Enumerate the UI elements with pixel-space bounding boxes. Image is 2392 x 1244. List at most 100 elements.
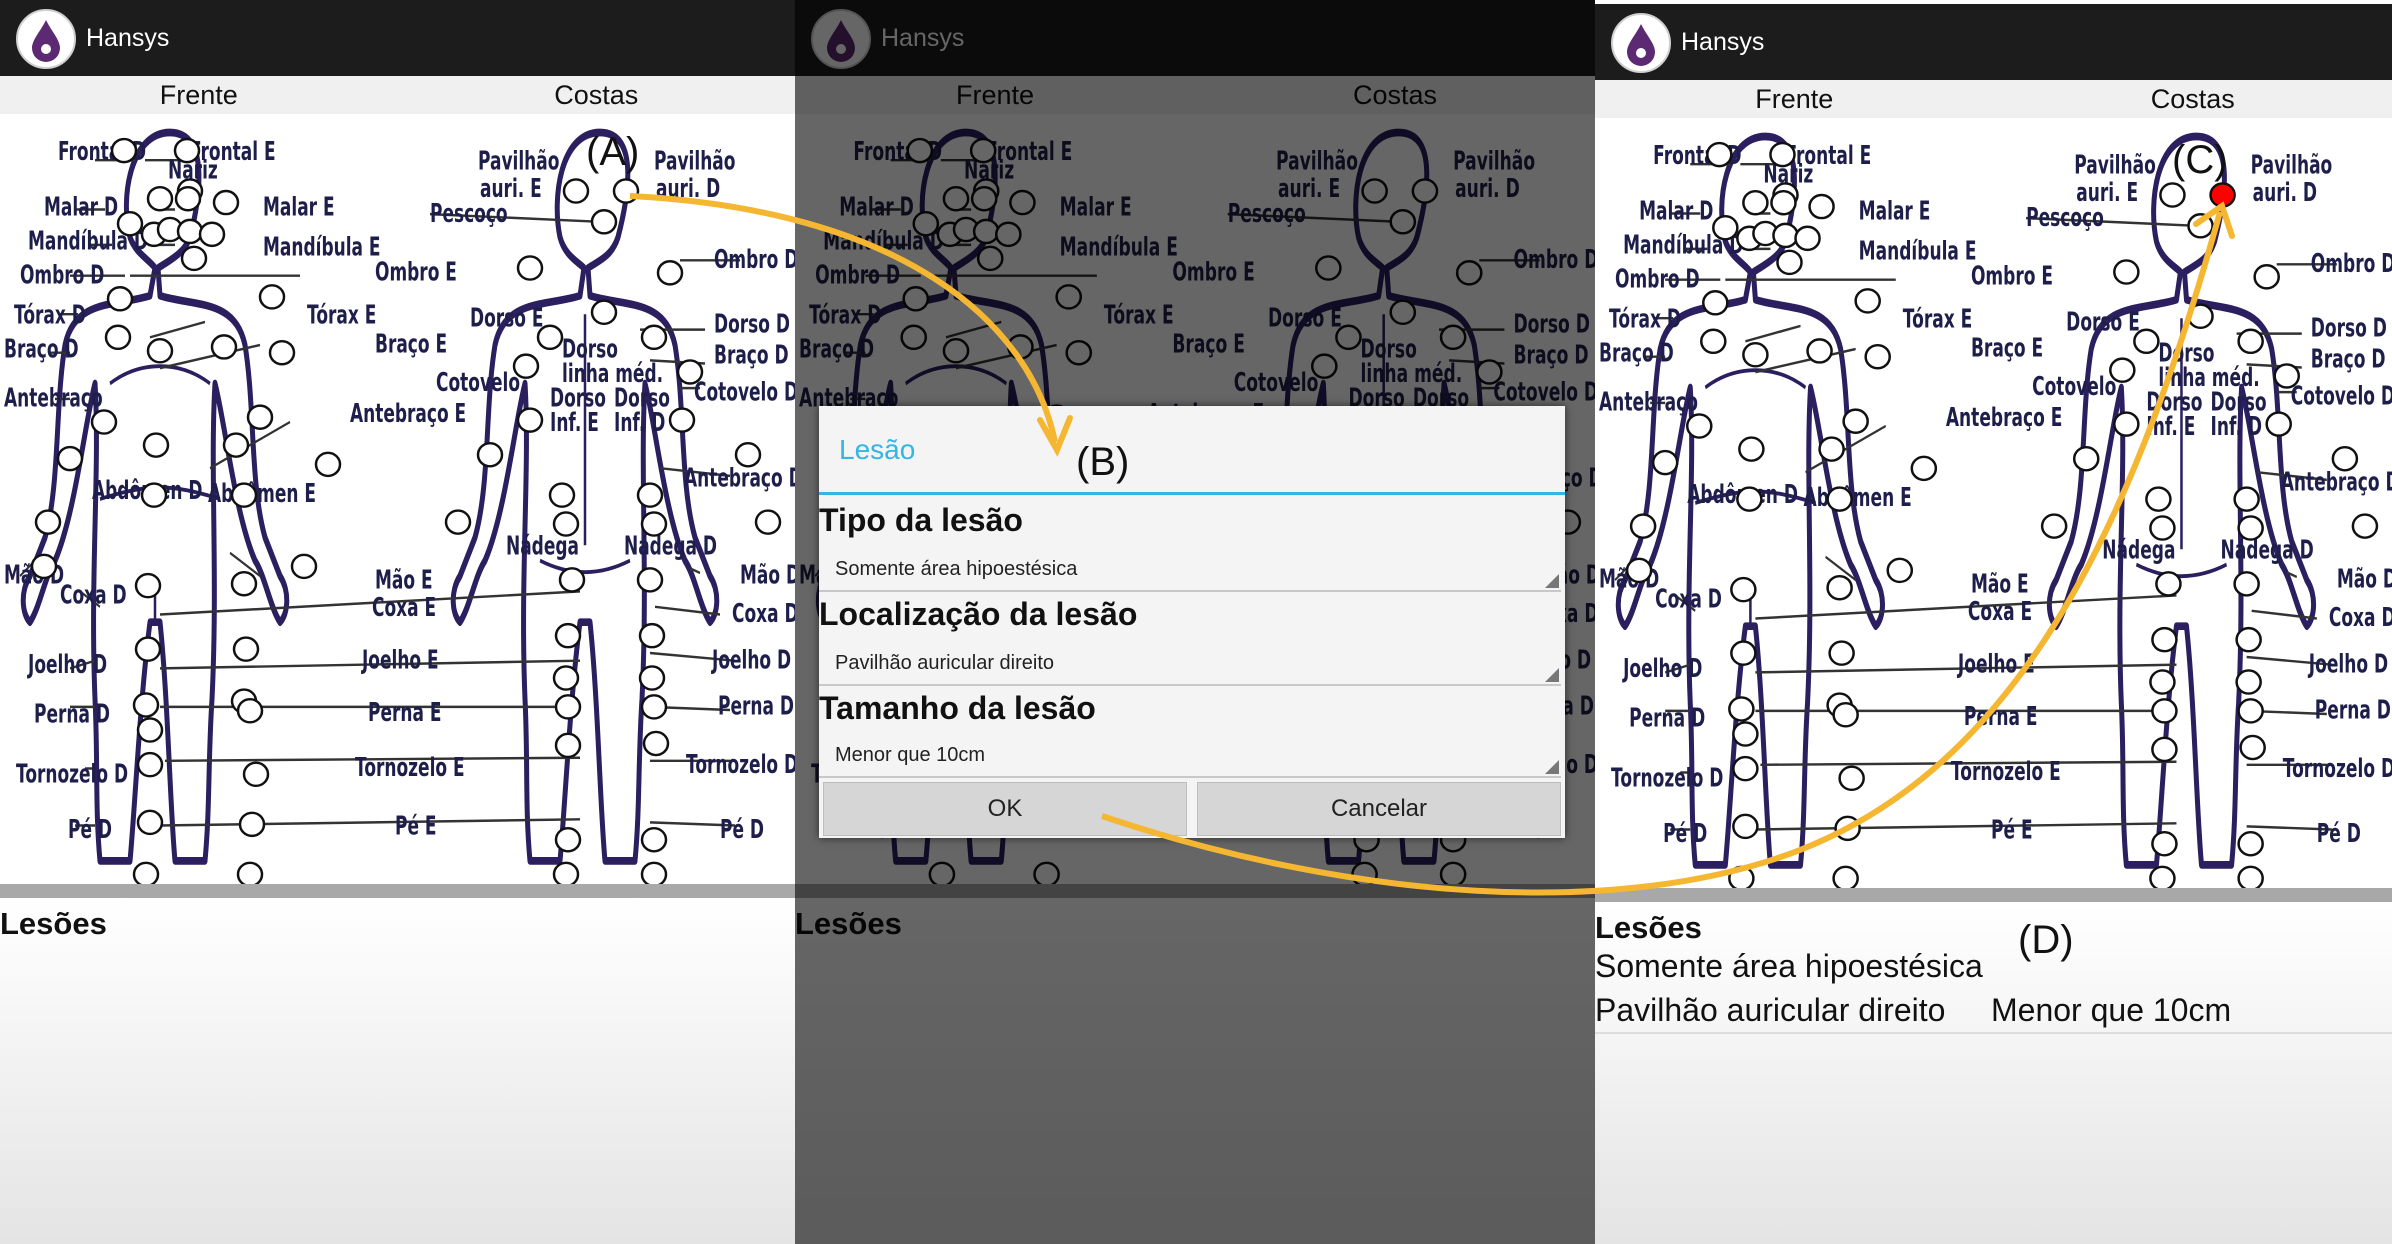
- lesion-point[interactable]: [1728, 865, 1755, 888]
- lesion-point[interactable]: [1700, 328, 1727, 355]
- lesion-point[interactable]: [1864, 343, 1891, 370]
- lesion-point[interactable]: [56, 445, 84, 472]
- lesion-point[interactable]: [222, 432, 250, 458]
- lesion-point[interactable]: [230, 482, 258, 508]
- lesion-point[interactable]: [1808, 193, 1835, 220]
- lesion-point[interactable]: [1732, 755, 1759, 782]
- lesion-point[interactable]: [638, 665, 666, 691]
- lesion-point[interactable]: [2235, 626, 2262, 653]
- lesion-point[interactable]: [2351, 513, 2379, 539]
- lesion-point[interactable]: [558, 567, 586, 593]
- lesion-point[interactable]: [1806, 338, 1833, 364]
- lesion-point[interactable]: [212, 189, 240, 216]
- lesion-point[interactable]: [1730, 640, 1757, 666]
- lesion-point[interactable]: [136, 717, 164, 743]
- lesion-point[interactable]: [1854, 288, 1881, 314]
- lesion-point[interactable]: [1651, 449, 1679, 476]
- lesion-point[interactable]: [552, 861, 580, 884]
- lesion-point[interactable]: [132, 692, 160, 718]
- lesion-point[interactable]: [2331, 445, 2359, 472]
- lesion-point[interactable]: [734, 441, 762, 468]
- lesion-point[interactable]: [2187, 303, 2214, 330]
- cancel-button[interactable]: Cancelar: [1197, 782, 1561, 836]
- lesion-point[interactable]: [2109, 357, 2136, 383]
- lesion-point[interactable]: [2265, 411, 2292, 437]
- body-map[interactable]: Frontal D Frontal E Nariz Malar D Malar …: [1595, 118, 2392, 888]
- lesion-point[interactable]: [1886, 557, 1914, 584]
- lesion-point[interactable]: [516, 407, 544, 433]
- lesion-point[interactable]: [516, 255, 544, 281]
- lesion-point[interactable]: [2159, 182, 2186, 208]
- lesion-point[interactable]: [444, 509, 472, 535]
- lesion-point[interactable]: [116, 210, 144, 237]
- lesion-point[interactable]: [2151, 736, 2178, 763]
- lesion-point[interactable]: [134, 636, 162, 662]
- lesion-point[interactable]: [2233, 571, 2260, 597]
- lesion-point[interactable]: [1728, 696, 1755, 722]
- lesion-point[interactable]: [314, 451, 342, 478]
- lesion-point[interactable]: [590, 209, 618, 235]
- lesion-point[interactable]: [2253, 264, 2280, 290]
- lesion-point[interactable]: [136, 751, 164, 778]
- lesion-point[interactable]: [1706, 141, 1733, 168]
- lesion-point[interactable]: [258, 284, 286, 310]
- lesion-point[interactable]: [554, 622, 582, 649]
- lesion-point[interactable]: [640, 861, 668, 884]
- lesion-point[interactable]: [290, 553, 318, 580]
- lesion-point[interactable]: [1826, 486, 1853, 512]
- lesion-point[interactable]: [554, 826, 582, 853]
- lesion-point[interactable]: [173, 137, 201, 164]
- lesion-point[interactable]: [1776, 249, 1803, 276]
- lesion-point[interactable]: [30, 553, 58, 580]
- lesion-point[interactable]: [1685, 413, 1713, 439]
- lesion-point[interactable]: [1625, 557, 1653, 584]
- lesion-point[interactable]: [2237, 830, 2264, 857]
- lesion-point[interactable]: [2273, 363, 2301, 389]
- lesion-point[interactable]: [136, 809, 164, 836]
- lesion-point[interactable]: [146, 185, 174, 212]
- lesion-point[interactable]: [2145, 486, 2172, 512]
- lesion-point[interactable]: [142, 432, 170, 458]
- lesion-point[interactable]: [104, 324, 132, 351]
- lesion-point[interactable]: [552, 511, 580, 537]
- lesion-point-selected[interactable]: [2209, 182, 2236, 208]
- lesion-point[interactable]: [2113, 259, 2140, 285]
- lesion-point[interactable]: [2040, 513, 2068, 539]
- lesion-point[interactable]: [146, 338, 174, 364]
- lesion-point[interactable]: [230, 570, 258, 597]
- lesion-point[interactable]: [1842, 408, 1869, 434]
- lesion-point[interactable]: [552, 665, 580, 691]
- lesion-point[interactable]: [132, 861, 160, 884]
- lesion-point[interactable]: [640, 694, 668, 720]
- lesion-point[interactable]: [2149, 515, 2176, 541]
- lesion-point[interactable]: [2237, 515, 2264, 541]
- lesion-point[interactable]: [2239, 734, 2266, 761]
- lesion-point[interactable]: [242, 761, 270, 788]
- lesion-point[interactable]: [2133, 328, 2160, 355]
- lesion-point[interactable]: [1629, 513, 1657, 539]
- lesion-point[interactable]: [642, 730, 670, 757]
- lesion-point[interactable]: [236, 861, 264, 884]
- lesion-point[interactable]: [548, 482, 576, 508]
- tab-costas[interactable]: Costas: [1994, 84, 2392, 115]
- lesion-point[interactable]: [1702, 290, 1729, 316]
- tab-costas[interactable]: Costas: [398, 80, 796, 111]
- lesion-point[interactable]: [268, 339, 296, 366]
- lesion-point[interactable]: [1736, 486, 1763, 512]
- lesion-point[interactable]: [1832, 701, 1859, 728]
- lesion-point[interactable]: [554, 732, 582, 759]
- lesion-point[interactable]: [2237, 698, 2264, 724]
- lesion-point[interactable]: [1910, 455, 1938, 482]
- lesion-point[interactable]: [1742, 189, 1769, 216]
- lesion-point[interactable]: [140, 482, 168, 508]
- lesion-point[interactable]: [640, 511, 668, 537]
- lesion-point[interactable]: [238, 811, 266, 838]
- lesion-point[interactable]: [34, 509, 62, 535]
- body-map[interactable]: Frontal D Frontal E Nariz Malar D Malar …: [0, 114, 795, 884]
- lesion-point[interactable]: [640, 826, 668, 853]
- lesion-point[interactable]: [134, 572, 162, 599]
- lesion-point[interactable]: [636, 482, 664, 508]
- lesion-point[interactable]: [198, 221, 226, 248]
- lesion-point[interactable]: [640, 324, 668, 351]
- lesion-point[interactable]: [636, 567, 664, 593]
